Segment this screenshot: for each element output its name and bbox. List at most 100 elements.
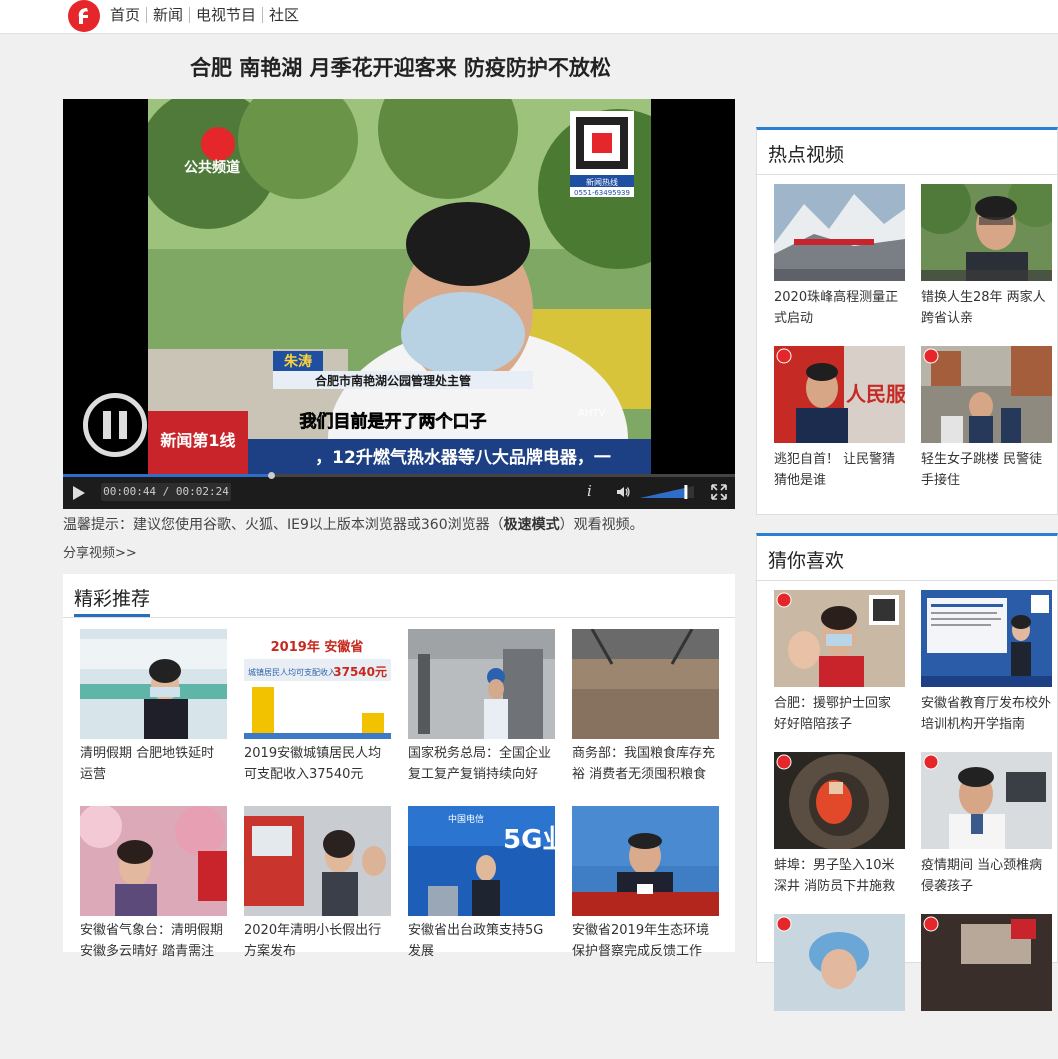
thumb-image [921, 914, 1052, 1011]
progress-handle[interactable] [268, 472, 276, 479]
pause-icon-bar-right [119, 411, 127, 439]
guess-thumb[interactable] [921, 914, 1052, 1011]
recommend-caption[interactable]: 安徽省气象台：清明假期安徽多云晴好 踏青需注意 [80, 920, 227, 962]
info-button[interactable]: i [587, 482, 592, 500]
recommend-card[interactable]: 安徽省2019年生态环境保护督察完成反馈工作 [572, 806, 719, 962]
thumb-image [774, 752, 905, 849]
hotline-number: 0551-63495939 [574, 189, 630, 197]
nav-item-community[interactable]: 社区 [262, 7, 305, 23]
hot-video-card[interactable]: 错换人生28年 两家人跨省认亲 [921, 184, 1052, 329]
hot-video-thumb[interactable] [921, 346, 1052, 443]
recommend-thumb[interactable] [572, 806, 719, 916]
guess-panel: 猜你喜欢 合肥：援鄂护士回家 好好陪陪孩子 安徽省教育厅发布校外培训机构开学指南… [756, 533, 1058, 1011]
thumb-title: 2019年 安徽省 [271, 639, 364, 655]
thumb-image: 2019年 安徽省城镇居民人均可支配收入37540元 [244, 629, 391, 739]
thumb-image [774, 590, 905, 687]
progress-fill [63, 474, 272, 477]
thumb-image [80, 806, 227, 916]
hot-video-caption[interactable]: 错换人生28年 两家人跨省认亲 [921, 287, 1052, 329]
guess-caption[interactable]: 合肥：援鄂护士回家 好好陪陪孩子 [774, 693, 905, 735]
video-frame[interactable]: 新闻热线 0551-63495939 公共频道 朱涛 合肥市南艳湖公园管理处主管… [148, 99, 651, 474]
recommend-caption[interactable]: 商务部：我国粮食库存充裕 消费者无须囤积粮食 [572, 743, 719, 785]
play-icon[interactable] [73, 486, 85, 500]
fullscreen-icon[interactable] [711, 484, 727, 500]
thumb-text: 人民服 [846, 382, 905, 406]
hot-video-card[interactable]: 人民服 逃犯自首！ 让民警猜猜他是谁 [774, 346, 905, 491]
guess-thumb[interactable] [774, 752, 905, 849]
guess-caption[interactable] [774, 1017, 905, 1059]
channel-logo-text: 公共频道 [184, 159, 240, 176]
site-logo[interactable] [68, 0, 100, 32]
recommend-caption[interactable]: 2019安徽城镇居民人均可支配收入37540元 [244, 743, 391, 785]
hot-video-thumb[interactable] [921, 184, 1052, 281]
progress-bar[interactable] [63, 472, 735, 479]
recommend-card[interactable]: 清明假期 合肥地铁延时运营 [80, 629, 227, 785]
volume-icon[interactable] [615, 484, 631, 500]
recommend-thumb[interactable] [80, 629, 227, 739]
recommend-caption[interactable]: 国家税务总局：全国企业复工复产复销持续向好 [408, 743, 555, 785]
hot-video-caption[interactable]: 轻生女子跳楼 民警徒手接住 [921, 449, 1052, 491]
recommend-card[interactable]: 2019年 安徽省 城镇居民人均可支配收入 37540元 2019安徽城镇居民人均可… [244, 629, 391, 785]
hot-videos-panel: 热点视频 2020珠峰高程测量正式启动 错换人生28年 两家人跨省认亲 人民服 … [756, 127, 1058, 515]
pause-button[interactable] [83, 393, 147, 457]
recommend-thumb[interactable]: 2019年 安徽省 城镇居民人均可支配收入 37540元 [244, 629, 391, 739]
hot-video-thumb[interactable]: 人民服 [774, 346, 905, 443]
recommend-thumb[interactable]: 中国电信 5G业 [408, 806, 555, 916]
hot-video-card[interactable]: 2020珠峰高程测量正式启动 [774, 184, 905, 329]
guess-card[interactable]: 安徽省教育厅发布校外培训机构开学指南 [921, 590, 1052, 735]
thumb-image [572, 806, 719, 916]
guess-caption[interactable] [921, 1017, 1052, 1059]
thumb-image: 中国电信 5G业 [408, 806, 555, 916]
guess-thumb[interactable] [921, 590, 1052, 687]
nav-item-tv-programs[interactable]: 电视节目 [189, 7, 262, 23]
guess-card[interactable]: 疫情期间 当心颈椎病侵袭孩子 [921, 752, 1052, 897]
guess-caption[interactable]: 安徽省教育厅发布校外培训机构开学指南 [921, 693, 1052, 735]
thumb-image [774, 914, 905, 1011]
recommend-caption[interactable]: 清明假期 合肥地铁延时运营 [80, 743, 227, 785]
name-tag: 朱涛 [284, 353, 312, 370]
recommend-caption[interactable]: 安徽省2019年生态环境保护督察完成反馈工作 [572, 920, 719, 962]
share-link[interactable]: 分享视频>> [63, 542, 137, 561]
nav-item-news[interactable]: 新闻 [146, 7, 189, 23]
thumb-sub: 城镇居民人均可支配收入 [248, 667, 336, 677]
volume-slider[interactable] [640, 485, 694, 499]
guess-card[interactable] [921, 914, 1052, 1059]
recommend-thumb[interactable] [80, 806, 227, 916]
guess-card[interactable]: 蚌埠：男子坠入10米深井 消防员下井施救 [774, 752, 905, 897]
guess-title: 猜你喜欢 [768, 550, 845, 572]
guess-thumb[interactable] [774, 590, 905, 687]
video-player[interactable]: 新闻热线 0551-63495939 公共频道 朱涛 合肥市南艳湖公园管理处主管… [63, 99, 735, 509]
recommend-thumb[interactable] [408, 629, 555, 739]
tip-suffix: ）观看视频。 [559, 517, 644, 533]
recommend-section: 精彩推荐 清明假期 合肥地铁延时运营 2019年 安徽省 城镇居民人均可支配收入 3… [63, 574, 735, 959]
nav-item-home[interactable]: 首页 [104, 7, 146, 23]
guess-card[interactable]: 合肥：援鄂护士回家 好好陪陪孩子 [774, 590, 905, 735]
recommend-card[interactable]: 2020年清明小长假出行方案发布 [244, 806, 391, 962]
recommend-thumb[interactable] [572, 629, 719, 739]
recommend-title: 精彩推荐 [74, 584, 151, 617]
hot-video-caption[interactable]: 2020珠峰高程测量正式启动 [774, 287, 905, 329]
page-title: 合肥 南艳湖 月季花开迎客来 防疫防护不放松 [190, 56, 611, 80]
divider [757, 174, 1058, 175]
guess-thumb[interactable] [921, 752, 1052, 849]
thumb-image [80, 629, 227, 739]
recommend-card[interactable]: 国家税务总局：全国企业复工复产复销持续向好 [408, 629, 555, 785]
guess-caption[interactable]: 疫情期间 当心颈椎病侵袭孩子 [921, 855, 1052, 897]
recommend-card[interactable]: 中国电信 5G业 安徽省出台政策支持5G发展 [408, 806, 555, 962]
recommend-thumb[interactable] [244, 806, 391, 916]
recommend-card[interactable]: 安徽省气象台：清明假期安徽多云晴好 踏青需注意 [80, 806, 227, 962]
thumb-image [244, 806, 391, 916]
guess-card[interactable] [774, 914, 905, 1059]
browser-tip: 温馨提示：建议您使用谷歌、火狐、IE9以上版本浏览器或360浏览器（极速模式）观… [63, 514, 644, 534]
hot-video-thumb[interactable] [774, 184, 905, 281]
recommend-caption[interactable]: 安徽省出台政策支持5G发展 [408, 920, 555, 962]
recommend-header: 精彩推荐 [63, 574, 735, 618]
volume-handle[interactable] [684, 485, 688, 499]
guess-thumb[interactable] [774, 914, 905, 1011]
recommend-caption[interactable]: 2020年清明小长假出行方案发布 [244, 920, 391, 962]
thumb-image: 人民服 [774, 346, 905, 443]
hot-video-card[interactable]: 轻生女子跳楼 民警徒手接住 [921, 346, 1052, 491]
hot-video-caption[interactable]: 逃犯自首！ 让民警猜猜他是谁 [774, 449, 905, 491]
guess-caption[interactable]: 蚌埠：男子坠入10米深井 消防员下井施救 [774, 855, 905, 897]
recommend-card[interactable]: 商务部：我国粮食库存充裕 消费者无须囤积粮食 [572, 629, 719, 785]
